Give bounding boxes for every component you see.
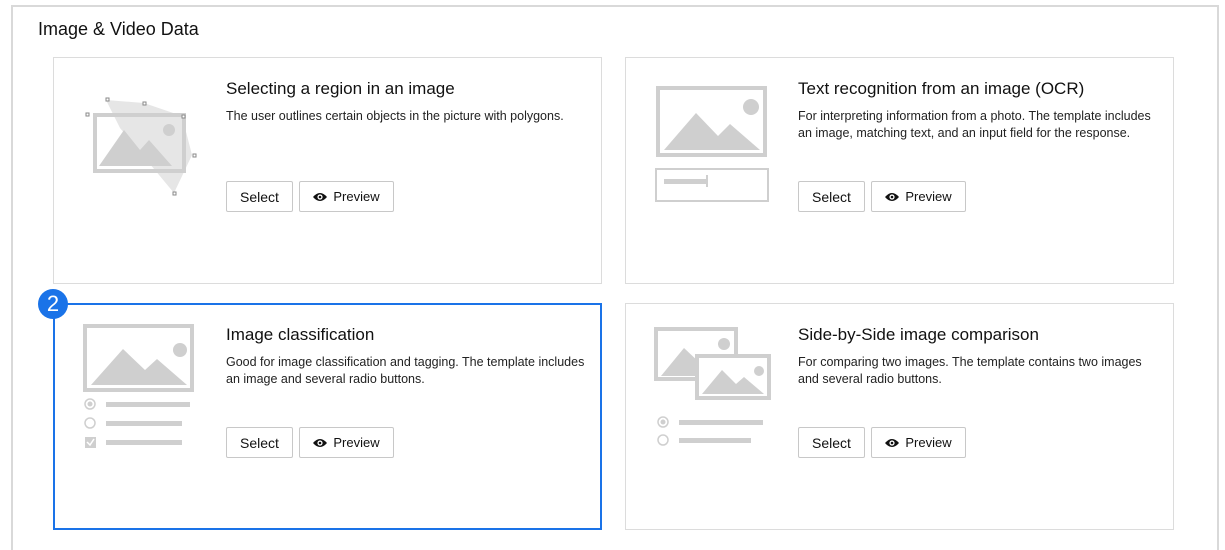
- card-title: Image classification: [226, 325, 375, 344]
- preview-label: Preview: [333, 435, 380, 450]
- select-button[interactable]: Select: [798, 181, 865, 212]
- preview-button[interactable]: Preview: [871, 427, 966, 458]
- step-badge: 2: [38, 289, 68, 319]
- preview-label: Preview: [905, 189, 952, 204]
- ocr-illustration: [655, 86, 769, 202]
- comparison-illustration: [654, 327, 771, 446]
- preview-label: Preview: [905, 435, 952, 450]
- preview-button[interactable]: Preview: [299, 427, 394, 458]
- card-image-classification[interactable]: Image classification Good for image clas…: [53, 303, 602, 530]
- card-description: For comparing two images. The template c…: [798, 355, 1142, 386]
- card-description: The user outlines certain objects in the…: [226, 109, 564, 123]
- card-title: Side-by-Side image comparison: [798, 325, 1039, 344]
- select-button[interactable]: Select: [226, 427, 293, 458]
- select-button[interactable]: Select: [798, 427, 865, 458]
- card-ocr[interactable]: Text recognition from an image (OCR) For…: [625, 57, 1174, 284]
- select-button[interactable]: Select: [226, 181, 293, 212]
- classification-illustration: [83, 324, 194, 448]
- preview-label: Preview: [333, 189, 380, 204]
- preview-button[interactable]: Preview: [871, 181, 966, 212]
- eye-icon: [885, 192, 900, 201]
- eye-icon: [313, 438, 328, 447]
- card-region-selection[interactable]: Selecting a region in an image The user …: [53, 57, 602, 284]
- card-description: For interpreting information from a phot…: [798, 109, 1151, 140]
- eye-icon: [885, 438, 900, 447]
- preview-button[interactable]: Preview: [299, 181, 394, 212]
- card-description: Good for image classification and taggin…: [226, 355, 585, 386]
- section-title: Image & Video Data: [38, 19, 199, 39]
- card-side-by-side[interactable]: Side-by-Side image comparison For compar…: [625, 303, 1174, 530]
- card-title: Text recognition from an image (OCR): [798, 79, 1085, 98]
- card-title: Selecting a region in an image: [226, 79, 455, 98]
- eye-icon: [313, 192, 328, 201]
- polygon-illustration: [85, 97, 197, 196]
